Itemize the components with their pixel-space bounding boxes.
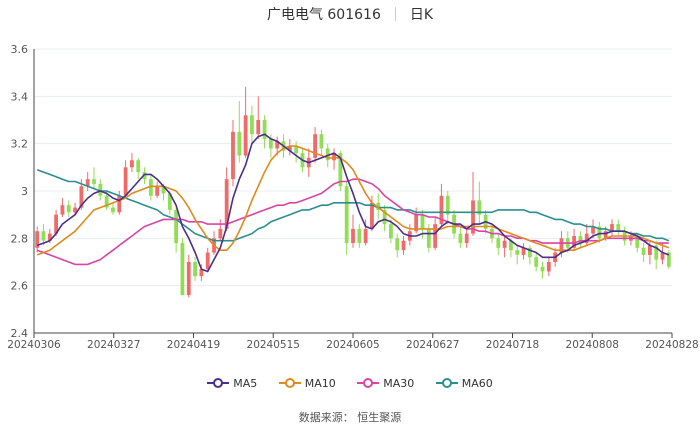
legend-item-ma60[interactable]: MA60 <box>435 377 493 390</box>
x-tick-label: 20240828 <box>645 339 698 351</box>
candle-body <box>180 243 185 296</box>
x-tick-label: 20240627 <box>406 339 459 351</box>
candle-body <box>420 214 425 229</box>
legend-swatch-ma10 <box>278 378 301 388</box>
x-tick-label: 20240306 <box>7 339 61 351</box>
candle-body <box>546 262 551 272</box>
legend-label-ma60: MA60 <box>461 377 493 390</box>
candle-body <box>60 205 65 215</box>
candle-body <box>534 257 539 267</box>
candle-body <box>401 240 406 251</box>
candle-body <box>357 228 362 244</box>
candle-body <box>117 195 122 213</box>
candle-body <box>237 131 242 156</box>
candle-body <box>433 224 438 248</box>
x-tick-label: 20240808 <box>566 339 619 351</box>
legend-label-ma30: MA30 <box>383 377 415 390</box>
candle-body <box>268 138 273 149</box>
candle-body <box>218 228 223 239</box>
y-tick-label: 3.4 <box>11 90 29 103</box>
y-tick-label: 3 <box>21 185 28 198</box>
candle-body <box>426 228 431 248</box>
legend-swatch-ma30 <box>357 378 380 388</box>
candle-body <box>363 228 368 244</box>
candle-body <box>351 228 355 244</box>
x-tick-label: 20240718 <box>486 339 539 351</box>
data-source: 数据来源： 恒生聚源 <box>298 411 402 424</box>
candle-body <box>616 224 621 232</box>
candle-body <box>502 240 507 248</box>
candle-body <box>186 262 191 296</box>
legend-item-ma5[interactable]: MA5 <box>207 377 257 390</box>
candlestick-chart: 2.42.62.833.23.43.620240306 20240327 20240… <box>7 43 698 351</box>
candle-body <box>641 247 646 255</box>
candle-body <box>111 207 115 213</box>
candle-body <box>250 115 254 135</box>
y-tick-label: 3.6 <box>11 43 29 56</box>
x-tick-label: 20240419 <box>167 339 220 351</box>
y-tick-label: 2.8 <box>11 232 29 245</box>
candle-body <box>540 266 545 272</box>
legend-item-ma30[interactable]: MA30 <box>357 377 414 390</box>
legend-swatch-ma60 <box>435 378 458 388</box>
candle-body <box>389 224 393 239</box>
candle-body <box>130 160 134 168</box>
candle-body <box>123 167 128 196</box>
legend-label-ma5: MA5 <box>233 377 258 390</box>
candle-body <box>205 252 210 270</box>
candle-body <box>243 115 248 156</box>
legend-swatch-ma5 <box>207 378 230 388</box>
candle-body <box>136 160 141 173</box>
candle-body <box>319 134 324 149</box>
candle-body <box>193 262 197 277</box>
candle-body <box>231 131 235 180</box>
chart-panel: 广电电气 601616 日K 2.4 2.6 2.8 3 3.2 3.4 3.6 2024030… <box>0 0 700 426</box>
x-tick-label: 20240605 <box>326 339 379 351</box>
candle-body <box>344 186 349 244</box>
candle-body <box>174 209 179 244</box>
candle-body <box>41 231 46 241</box>
candle-body <box>92 179 96 184</box>
candle-body <box>464 233 469 244</box>
candle-body <box>496 238 501 248</box>
y-tick-label: 2.6 <box>11 280 29 293</box>
y-tick-label: 3.2 <box>11 138 29 151</box>
candle-body <box>395 238 400 251</box>
legend-item-ma10[interactable]: MA10 <box>278 377 336 390</box>
candle-body <box>515 250 520 255</box>
x-tick-label: 20240515 <box>247 339 300 351</box>
legend-label-ma10: MA10 <box>304 377 336 390</box>
candle-body <box>256 120 261 135</box>
legend: MA5 MA10 MA30 MA60 <box>0 377 700 390</box>
x-tick-label: 20240327 <box>87 339 140 351</box>
candle-body <box>370 202 374 229</box>
candle-body <box>647 245 652 255</box>
candle-body <box>155 186 160 196</box>
candle-body <box>458 233 463 244</box>
candle-body <box>66 205 71 213</box>
